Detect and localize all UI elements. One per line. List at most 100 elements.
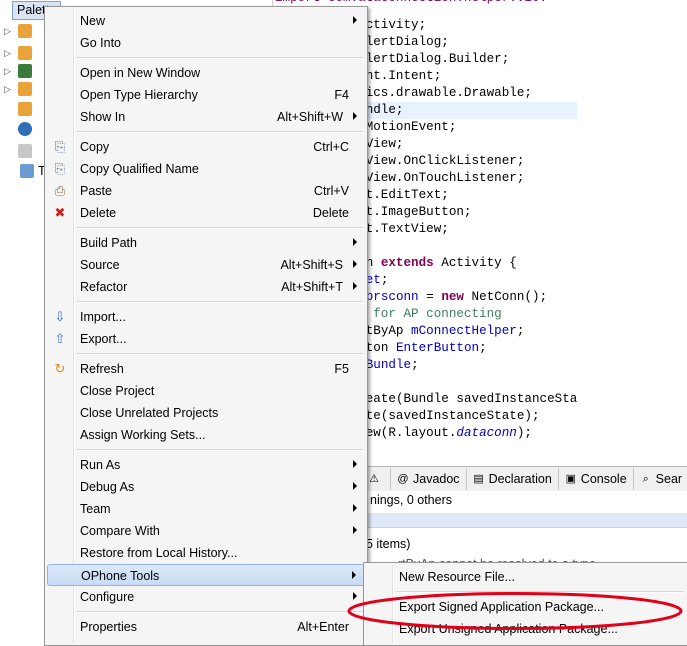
view-tab[interactable]: @ Javadoc [391, 468, 467, 490]
menu-item-run-as[interactable]: Run As [47, 454, 365, 476]
search-icon: ⌕ [642, 473, 649, 485]
submenu-arrow-icon [353, 112, 357, 120]
code-token: new [441, 290, 464, 304]
menu-item-label: Run As [80, 458, 121, 472]
expand-arrow-icon[interactable]: ▷ [4, 26, 14, 37]
menu-item-shortcut: F4 [334, 88, 349, 102]
menu-item-configure[interactable]: Configure [47, 586, 365, 608]
menu-separator [77, 131, 363, 133]
menu-item-shortcut: Alt+Shift+W [277, 110, 343, 124]
tree-row[interactable]: ▷ [4, 80, 32, 98]
menu-item-close-unrelated-projects[interactable]: Close Unrelated Projects [47, 402, 365, 424]
menu-item-label: Copy [80, 140, 110, 154]
tree-row[interactable] [4, 100, 32, 118]
menu-item-label: Close Unrelated Projects [80, 406, 219, 420]
menu-separator [77, 353, 363, 355]
menu-item-debug-as[interactable]: Debug As [47, 476, 365, 498]
menu-item-properties[interactable]: Properties Alt+Enter [47, 616, 365, 638]
menu-item-assign-working-sets[interactable]: Assign Working Sets... [47, 424, 365, 446]
tree-row[interactable]: ▷ [4, 22, 32, 40]
project-folder-icon [20, 164, 34, 178]
menu-item-copy[interactable]: ⎘ Copy Ctrl+C [47, 136, 365, 158]
menu-item-refactor[interactable]: Refactor Alt+Shift+T [47, 276, 365, 298]
import-icon: ⇩ [54, 309, 66, 324]
code-token: Activity { [433, 256, 517, 270]
menu-item-show-in[interactable]: Show In Alt+Shift+W [47, 106, 365, 128]
menu-item-go-into[interactable]: Go Into [47, 32, 365, 54]
submenu-arrow-icon [353, 526, 357, 534]
menu-item-export[interactable]: ⇧ Export... [47, 328, 365, 350]
submenu-arrow-icon [353, 482, 357, 490]
copy-icon: ⎘ [54, 139, 66, 154]
copy-qualified-icon: ⎘ [54, 161, 66, 176]
menu-item-ophone-tools[interactable]: OPhone Tools [47, 564, 365, 586]
menu-item-export-signed-application-package[interactable]: Export Signed Application Package... [366, 596, 686, 618]
view-tab[interactable]: ▤ Declaration [467, 468, 559, 490]
menu-item-shortcut: Ctrl+C [313, 140, 349, 154]
menu-item-import[interactable]: ⇩ Import... [47, 306, 365, 328]
code-token: mConnectHelper [411, 324, 517, 338]
menu-item-label: Close Project [80, 384, 155, 398]
menu-item-new[interactable]: New [47, 10, 365, 32]
export-icon: ⇧ [54, 331, 66, 346]
menu-item-export-unsigned-application-package[interactable]: Export Unsigned Application Package... [366, 618, 686, 640]
tree-row[interactable]: ▷ [4, 62, 32, 80]
expand-arrow-icon[interactable]: ▷ [4, 84, 14, 95]
menu-separator [396, 591, 684, 593]
menu-item-open-type-hierarchy[interactable]: Open Type Hierarchy F4 [47, 84, 365, 106]
code-token: ; [411, 358, 419, 372]
submenu-arrow-icon [353, 592, 357, 600]
view-tab-label: Console [580, 472, 627, 486]
menu-item-paste[interactable]: ⎙ Paste Ctrl+V [47, 180, 365, 202]
menu-item-label: Refactor [80, 280, 128, 294]
menu-separator [77, 227, 363, 229]
menu-item-copy-qualified-name[interactable]: ⎘ Copy Qualified Name [47, 158, 365, 180]
menu-item-label: Compare With [80, 524, 160, 538]
menu-item-label: Source [80, 258, 120, 272]
tree-row-project[interactable]: T [16, 162, 46, 180]
expand-arrow-icon[interactable]: ▷ [4, 66, 14, 77]
menu-item-open-in-new-window[interactable]: Open in New Window [47, 62, 365, 84]
java-file-icon [18, 122, 32, 136]
menu-item-shortcut: Alt+Shift+S [280, 258, 343, 272]
delete-icon: ✖ [54, 205, 66, 220]
menu-item-restore-from-local-history[interactable]: Restore from Local History... [47, 542, 365, 564]
menu-item-team[interactable]: Team [47, 498, 365, 520]
menu-item-source[interactable]: Source Alt+Shift+S [47, 254, 365, 276]
code-token: import com.ataconnection.helper.v10. [275, 0, 547, 5]
menu-item-label: Assign Working Sets... [80, 428, 206, 442]
code-token: dataconn [456, 426, 517, 440]
submenu-arrow-icon [352, 571, 356, 579]
context-menu: New Go Into Open in New Window Open Type Hi… [44, 6, 368, 646]
view-tab[interactable]: ⌕ Sear [634, 468, 687, 490]
problems-item-count: 5 items) [366, 537, 411, 551]
menu-separator [77, 611, 363, 613]
tree-row[interactable] [4, 142, 32, 160]
menu-item-label: New Resource File... [399, 570, 516, 584]
menu-separator [77, 57, 363, 59]
menu-item-close-project[interactable]: Close Project [47, 380, 365, 402]
tree-row[interactable]: ▷ [4, 44, 32, 62]
menu-item-refresh[interactable]: ↻ Refresh F5 [47, 358, 365, 380]
menu-item-label: OPhone Tools [81, 569, 160, 583]
menu-item-label: New [80, 14, 106, 28]
views-tab-bar: ⚠ @ Javadoc ▤ Declaration ▣ Console ⌕ Sear [362, 466, 687, 492]
code-token: = [418, 290, 442, 304]
tree-row[interactable] [4, 120, 32, 138]
console-icon: ▣ [565, 473, 576, 485]
expand-arrow-icon[interactable]: ▷ [4, 48, 14, 59]
menu-item-label: Paste [80, 184, 112, 198]
view-tab-label: Declaration [488, 472, 552, 486]
refresh-icon: ↻ [54, 361, 66, 376]
problems-table-header [362, 513, 687, 528]
menu-item-shortcut: Alt+Shift+T [281, 280, 343, 294]
submenu-arrow-icon [353, 260, 357, 268]
menu-item-new-resource-file[interactable]: New Resource File... [366, 566, 686, 588]
file-icon [18, 144, 32, 158]
view-tab[interactable]: ▣ Console [559, 468, 634, 490]
menu-item-compare-with[interactable]: Compare With [47, 520, 365, 542]
menu-item-delete[interactable]: ✖ Delete Delete [47, 202, 365, 224]
view-tab-label: Sear [655, 472, 683, 486]
menu-item-build-path[interactable]: Build Path [47, 232, 365, 254]
menu-item-label: Open in New Window [80, 66, 201, 80]
